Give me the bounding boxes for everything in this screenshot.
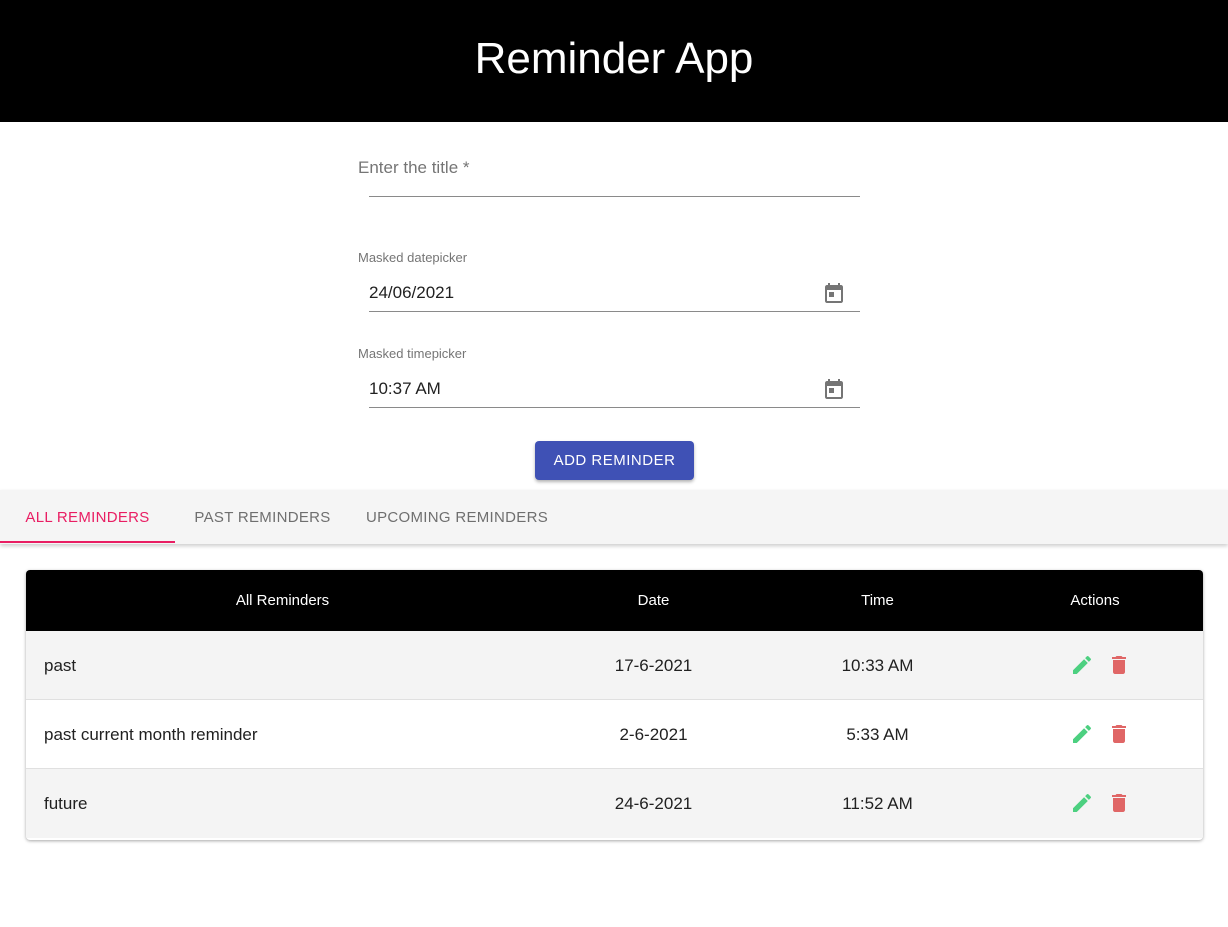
table-row: past 17-6-2021 10:33 AM xyxy=(26,631,1203,700)
table-row: future 24-6-2021 11:52 AM xyxy=(26,769,1203,838)
delete-icon[interactable] xyxy=(1107,653,1131,677)
column-header-date: Date xyxy=(637,592,670,609)
time-field-label: Masked timepicker xyxy=(358,346,467,361)
date-input[interactable]: 24/06/2021 xyxy=(369,283,454,303)
delete-icon[interactable] xyxy=(1107,722,1131,746)
reminders-table: All Reminders Date Time Actions past 17-… xyxy=(26,570,1203,840)
delete-icon[interactable] xyxy=(1107,791,1131,815)
reminder-time: 5:33 AM xyxy=(846,724,909,744)
calendar-icon[interactable] xyxy=(822,282,846,306)
edit-icon[interactable] xyxy=(1070,791,1094,815)
title-input-area[interactable] xyxy=(369,152,860,196)
title-input[interactable] xyxy=(369,196,860,197)
column-header-time: Time xyxy=(861,592,894,609)
reminder-date: 17-6-2021 xyxy=(614,655,693,675)
table-row: past current month reminder 2-6-2021 5:3… xyxy=(26,700,1203,769)
reminder-title: future xyxy=(44,793,88,813)
app-title: Reminder App xyxy=(474,34,754,83)
table-header: All Reminders Date Time Actions xyxy=(26,570,1203,631)
date-field-label: Masked datepicker xyxy=(358,250,468,265)
column-header-title: All Reminders xyxy=(235,592,330,609)
reminder-tabs: ALL REMINDERS PAST REMINDERS UPCOMING RE… xyxy=(0,490,1228,544)
reminder-title: past xyxy=(44,655,77,675)
reminder-title: past current month reminder xyxy=(44,724,258,744)
date-input-underline xyxy=(369,311,860,312)
tab-past-reminders[interactable]: PAST REMINDERS xyxy=(175,490,350,544)
tab-upcoming-reminders[interactable]: UPCOMING REMINDERS xyxy=(350,490,564,544)
edit-icon[interactable] xyxy=(1070,722,1094,746)
calendar-icon[interactable] xyxy=(822,378,846,402)
tab-all-reminders[interactable]: ALL REMINDERS xyxy=(0,490,175,544)
reminder-date: 2-6-2021 xyxy=(619,724,688,744)
reminder-date: 24-6-2021 xyxy=(614,793,693,813)
active-tab-indicator xyxy=(0,541,175,543)
time-input[interactable]: 10:37 AM xyxy=(369,379,441,399)
column-header-actions: Actions xyxy=(1070,592,1120,609)
edit-icon[interactable] xyxy=(1070,653,1094,677)
reminder-time: 10:33 AM xyxy=(841,655,914,675)
reminder-time: 11:52 AM xyxy=(842,793,913,813)
add-reminder-button[interactable]: ADD REMINDER xyxy=(535,441,694,480)
time-input-underline xyxy=(369,407,860,408)
app-header: Reminder App xyxy=(0,0,1228,122)
